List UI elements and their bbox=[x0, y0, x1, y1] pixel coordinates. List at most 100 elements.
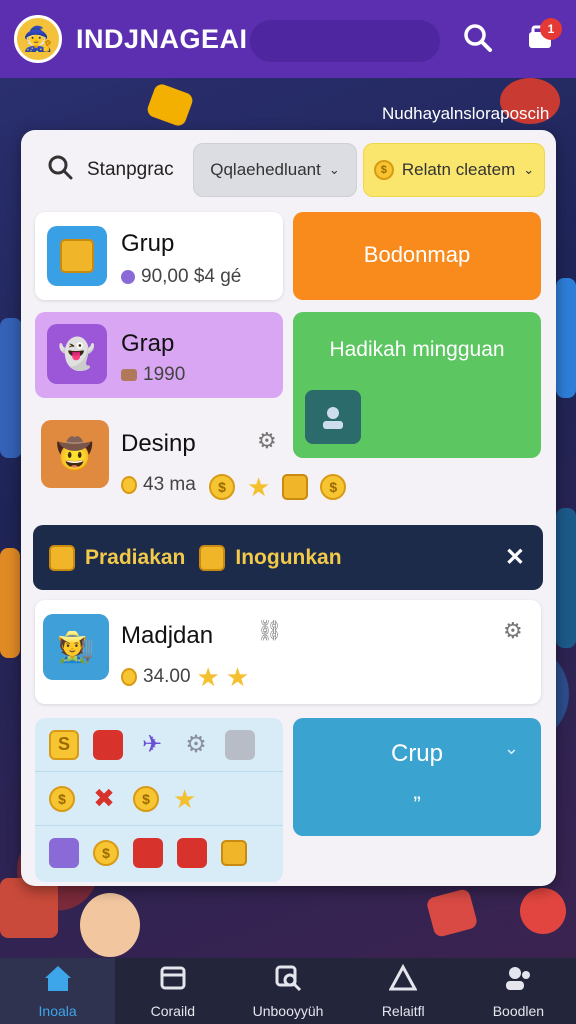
game-stats-value: 90,00 $4 gé bbox=[141, 266, 242, 287]
character-sticker bbox=[80, 893, 140, 957]
game-card-grap[interactable]: 👻 Grap 1990 bbox=[35, 312, 283, 398]
promo-banner[interactable]: Pradiakan Inogunkan ✕ bbox=[33, 525, 543, 590]
search-row: Stanpgrac Qqlaehedluant ⌄ $ Relatn cleat… bbox=[35, 143, 545, 197]
nav-label: Boodlen bbox=[492, 1002, 545, 1019]
search-card-icon bbox=[274, 964, 302, 999]
ticket-icon[interactable] bbox=[177, 838, 207, 868]
coin-icon[interactable]: S bbox=[49, 729, 79, 760]
gift-box-sticker bbox=[0, 878, 58, 938]
coin-icon bbox=[121, 668, 137, 686]
star-icon: ★ bbox=[225, 662, 250, 692]
tile-hadikah[interactable]: Hadikah mingguan bbox=[293, 312, 541, 458]
user-icon[interactable] bbox=[305, 390, 361, 444]
gem-icon[interactable] bbox=[49, 838, 79, 868]
cube-icon[interactable] bbox=[93, 729, 123, 760]
background-sticker bbox=[556, 278, 576, 398]
game-name: Madjdan bbox=[121, 622, 214, 649]
game-stats: 90,00 $4 gé bbox=[121, 266, 241, 288]
reward-icons: $ ★ $ bbox=[209, 472, 347, 502]
coin-icon[interactable]: $ bbox=[49, 785, 75, 812]
game-stats: 1990 bbox=[121, 364, 185, 386]
game-stats-value: 43 ma bbox=[143, 474, 196, 495]
app-title: INDJNAGEAI bbox=[76, 23, 248, 54]
background-sticker bbox=[0, 548, 20, 658]
app-header: 🧙 INDJNAGEAI 1 bbox=[0, 0, 576, 78]
grid-row: $ ✖ $ ★ bbox=[35, 772, 283, 826]
nav-label: Unbooyyüh bbox=[252, 1002, 324, 1019]
star-icon: ★ bbox=[196, 662, 220, 692]
nav-item-home[interactable]: Inoala bbox=[0, 958, 116, 1024]
coin-icon[interactable]: $ bbox=[133, 785, 159, 812]
app-logo-avatar[interactable]: 🧙 bbox=[14, 15, 62, 63]
nav-label: Coraild bbox=[150, 1002, 195, 1019]
tile-bodonmap[interactable]: Bodonmap bbox=[293, 212, 541, 300]
cross-icon[interactable]: ✖ bbox=[89, 783, 119, 814]
ticket-icon[interactable] bbox=[133, 838, 163, 868]
nav-item-relate[interactable]: Relaitfl bbox=[346, 958, 461, 1024]
ticket-icon bbox=[121, 369, 137, 381]
header-pill bbox=[250, 20, 440, 62]
game-card-grup[interactable]: Grup 90,00 $4 gé bbox=[35, 212, 283, 300]
banner-item-2: Inogunkan bbox=[235, 545, 342, 569]
game-card-madjdan[interactable]: 🧑‍🌾 Madjdan ⛓ ⚙ 34.00 ★ ★ bbox=[35, 600, 541, 704]
chevron-down-icon[interactable]: ⌄ bbox=[504, 738, 519, 759]
nav-item-people[interactable]: Boodlen bbox=[461, 958, 576, 1024]
tile-crup[interactable]: Crup ⌄ ” bbox=[293, 718, 541, 836]
game-name: Grup bbox=[121, 230, 175, 257]
nav-label: Relaitfl bbox=[381, 1002, 425, 1019]
tile-label: Hadikah mingguan bbox=[329, 338, 505, 361]
card-icon bbox=[159, 964, 187, 999]
game-name: Grap bbox=[121, 330, 175, 357]
box-icon[interactable] bbox=[225, 729, 255, 760]
background-sticker bbox=[145, 82, 195, 128]
crate-icon bbox=[49, 544, 75, 571]
coin-icon: $ bbox=[209, 474, 235, 500]
card-sticker bbox=[425, 887, 479, 939]
coin-icon[interactable]: $ bbox=[93, 840, 119, 866]
bottom-nav: Inoala Coraild Unbooyyüh Relaitfl Boodle… bbox=[0, 958, 576, 1024]
star-icon[interactable]: ★ bbox=[173, 786, 196, 812]
gear-icon[interactable]: ⚙ bbox=[257, 428, 277, 454]
crate-icon bbox=[199, 544, 226, 571]
character-icon: 🤠 bbox=[41, 420, 109, 488]
filter-dropdown[interactable]: Qqlaehedluant ⌄ bbox=[193, 143, 357, 197]
coin-icon: $ bbox=[320, 474, 347, 500]
people-icon bbox=[503, 964, 533, 999]
banner-item-1: Pradiakan bbox=[85, 545, 186, 569]
tile-sub: ” bbox=[413, 792, 421, 817]
background-sticker bbox=[556, 508, 576, 648]
chevron-down-icon: ⌄ bbox=[328, 162, 340, 177]
grid-row: $ bbox=[35, 826, 283, 880]
tile-label: Bodonmap bbox=[363, 242, 471, 267]
gear-icon[interactable]: ⚙ bbox=[181, 730, 211, 760]
link-icon[interactable]: ⛓ bbox=[257, 618, 282, 643]
grid-row: S ✈ ⚙ bbox=[35, 718, 283, 772]
crate-icon bbox=[47, 226, 107, 286]
nav-item-browse[interactable]: Unbooyyüh bbox=[230, 958, 345, 1024]
nav-label: Inoala bbox=[38, 1002, 77, 1019]
search-label[interactable]: Stanpgrac bbox=[87, 159, 197, 181]
ghost-icon: 👻 bbox=[47, 324, 107, 384]
game-stats: 43 ma bbox=[121, 474, 196, 496]
game-stats: 34.00 ★ ★ bbox=[121, 664, 249, 690]
corner-label: Nudhayalnsloraposcih bbox=[382, 104, 550, 123]
chevron-down-icon: ⌄ bbox=[523, 162, 535, 177]
game-stats-value: 34.00 bbox=[143, 666, 191, 687]
relation-dropdown[interactable]: $ Relatn cleatem ⌄ bbox=[363, 143, 545, 197]
crate-icon[interactable] bbox=[221, 840, 247, 866]
nav-item-card[interactable]: Coraild bbox=[115, 958, 230, 1024]
main-panel: Stanpgrac Qqlaehedluant ⌄ $ Relatn cleat… bbox=[21, 130, 556, 886]
filter-dropdown-value: Qqlaehedluant bbox=[210, 160, 321, 179]
coin-icon bbox=[121, 476, 137, 494]
search-icon[interactable] bbox=[47, 154, 73, 187]
gear-icon[interactable]: ⚙ bbox=[503, 618, 523, 644]
home-icon bbox=[43, 964, 73, 999]
game-stats-value: 1990 bbox=[143, 364, 186, 385]
plane-icon[interactable]: ✈ bbox=[137, 730, 167, 760]
crate-icon bbox=[282, 474, 309, 500]
game-name: Desinp bbox=[121, 430, 196, 457]
search-icon[interactable] bbox=[460, 20, 496, 56]
character-icon: 🧑‍🌾 bbox=[43, 614, 109, 680]
star-icon: ★ bbox=[247, 472, 271, 502]
close-icon[interactable]: ✕ bbox=[505, 543, 525, 572]
